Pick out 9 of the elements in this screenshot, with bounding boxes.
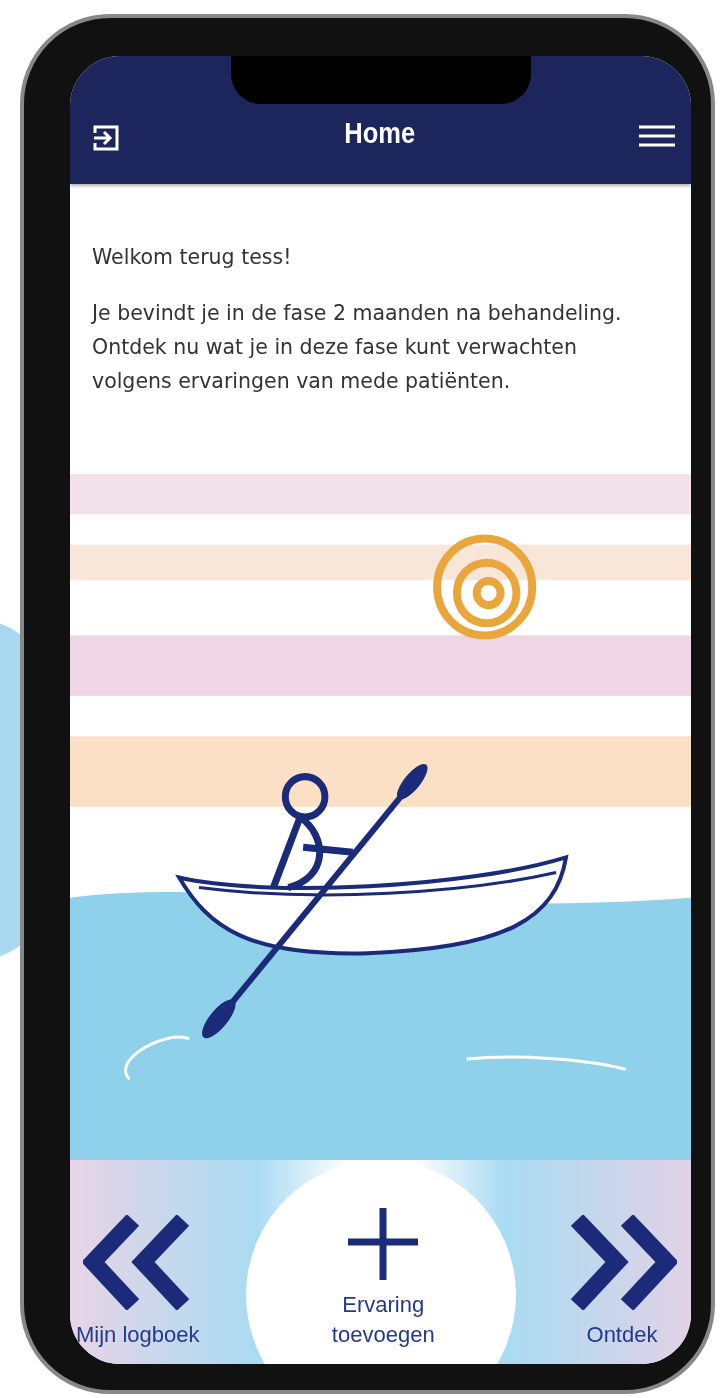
- menu-icon[interactable]: [639, 124, 675, 148]
- welcome-text: Welkom terug tess!: [92, 244, 293, 271]
- header-title: Home: [344, 116, 415, 150]
- intro-text: Je bevindt je in de fase 2 maanden na behandeling. Ontdek nu wat je in deze fase kunt verwachten volgens ervaringen van mede patiënten.: [92, 300, 623, 395]
- nav-label[interactable]: Mijn logboek: [76, 1320, 200, 1350]
- plus-icon[interactable]: [348, 1208, 419, 1280]
- nav-label[interactable]: Ervaring toevoegen: [318, 1290, 449, 1350]
- login-icon[interactable]: [92, 124, 120, 152]
- nav-label[interactable]: Ontdek: [586, 1320, 658, 1350]
